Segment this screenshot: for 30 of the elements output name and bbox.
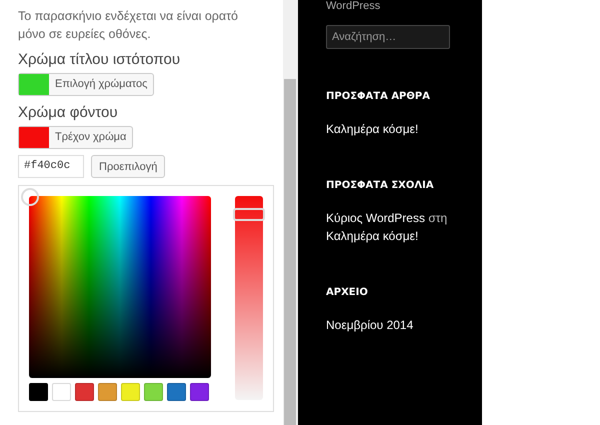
- palette-swatch[interactable]: [98, 383, 117, 401]
- palette-swatch[interactable]: [121, 383, 140, 401]
- palette-swatch[interactable]: [75, 383, 94, 401]
- color-picker-button[interactable]: Τρέχον χρώμα: [18, 126, 134, 149]
- hex-input-field[interactable]: #f40c0c: [18, 155, 84, 178]
- scrollbar-thumb[interactable]: [284, 79, 296, 425]
- palette-swatch[interactable]: [52, 383, 71, 401]
- palette-swatch[interactable]: [144, 383, 163, 401]
- description-text: Το παρασκήνιο ενδέχεται να είναι ορατό μόνο σε ευρείες οθόνες.: [18, 8, 239, 43]
- control-heading: Χρώμα φόντου: [18, 104, 119, 121]
- color-picker-button[interactable]: Επιλογή χρώματος: [18, 73, 154, 96]
- palette-swatch[interactable]: [190, 383, 209, 401]
- widget-title: ΑΡΧΕΙΟ: [326, 287, 369, 298]
- author-link[interactable]: Κύριος WordPress: [326, 211, 425, 225]
- palette-swatch[interactable]: [29, 383, 48, 401]
- widget-link[interactable]: Καλημέρα κόσμε!: [326, 122, 418, 136]
- picker-handle[interactable]: [21, 188, 39, 206]
- default-button[interactable]: Προεπιλογή: [91, 155, 166, 178]
- color-gradient-area[interactable]: [29, 196, 211, 378]
- control-heading: Χρώμα τίτλου ιστότοπου: [18, 51, 182, 68]
- slider-handle[interactable]: [233, 208, 265, 221]
- widget-title: ΠΡΟΣΦΑΤΑ ΑΡΘΡΑ: [326, 91, 431, 102]
- post-link[interactable]: Καλημέρα κόσμε!: [326, 229, 418, 243]
- comment-text: Κύριος WordPress στη Καλημέρα κόσμε!: [326, 210, 448, 245]
- search-field[interactable]: Αναζήτηση…: [326, 25, 450, 49]
- widget-link[interactable]: Νοεμβρίου 2014: [326, 318, 414, 332]
- palette-swatch[interactable]: [167, 383, 186, 401]
- sidebar-text: WordPress: [326, 0, 382, 13]
- widget-title: ΠΡΟΣΦΑΤΑ ΣΧΟΛΙΑ: [326, 180, 435, 191]
- color-slider[interactable]: [235, 196, 263, 400]
